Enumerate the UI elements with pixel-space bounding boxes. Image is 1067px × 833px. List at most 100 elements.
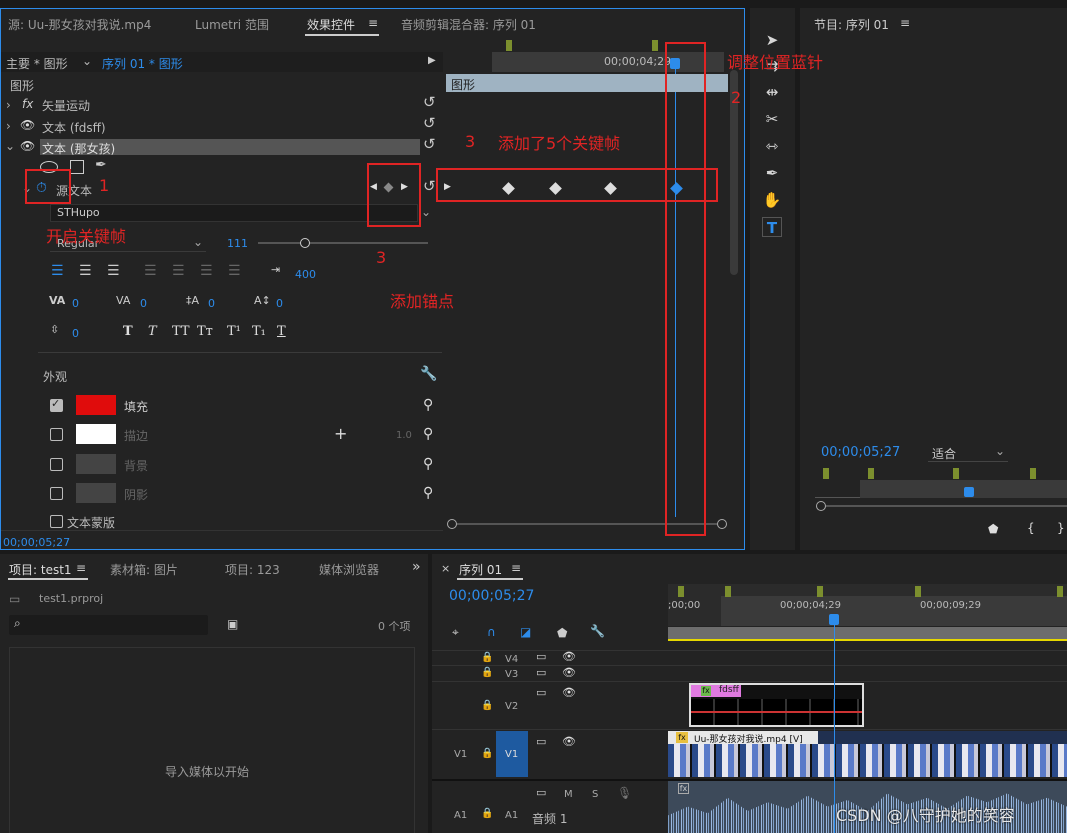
- master-clip-label[interactable]: 主要 * 图形: [6, 55, 68, 72]
- shadow-color-swatch[interactable]: [76, 483, 116, 503]
- toggle-sync-icon[interactable]: ▭: [536, 735, 546, 748]
- justify-right-icon[interactable]: ☰: [200, 263, 213, 279]
- eye-icon[interactable]: 👁: [562, 735, 576, 748]
- program-scroll-handle[interactable]: [816, 501, 826, 511]
- baseline-value[interactable]: 0: [276, 297, 283, 310]
- eye-icon[interactable]: 👁: [562, 686, 576, 699]
- eye-icon[interactable]: 👁: [562, 650, 576, 663]
- reset-icon[interactable]: ↺: [423, 137, 436, 152]
- project-drop-area[interactable]: [9, 647, 415, 833]
- tab-sequence[interactable]: 序列 01: [459, 561, 502, 578]
- eyedropper-icon[interactable]: ⚲: [423, 426, 433, 442]
- program-menu-icon[interactable]: ≡: [900, 16, 910, 30]
- vector-motion-label[interactable]: 矢量运动: [42, 97, 90, 114]
- program-viewer[interactable]: [801, 36, 1067, 436]
- font-size-slider-track[interactable]: [258, 242, 428, 244]
- toggle-sync-icon[interactable]: ▭: [536, 650, 546, 663]
- lock-icon[interactable]: 🔒: [481, 808, 493, 819]
- font-dropdown[interactable]: [50, 204, 418, 222]
- stroke-checkbox[interactable]: [50, 428, 63, 441]
- timeline-playhead-line[interactable]: [834, 625, 835, 833]
- justify-center-icon[interactable]: ☰: [172, 263, 185, 279]
- tsume-value[interactable]: 0: [72, 327, 79, 340]
- tab-project-123[interactable]: 项目: 123: [225, 561, 280, 578]
- microphone-icon[interactable]: 🎙: [617, 786, 632, 800]
- track-a1-source-label[interactable]: A1: [454, 810, 467, 821]
- solo-button[interactable]: S: [592, 789, 598, 800]
- align-center-icon[interactable]: ☰: [79, 263, 92, 279]
- timeline-playhead-handle[interactable]: [829, 614, 839, 625]
- program-playhead[interactable]: [964, 487, 974, 497]
- superscript-icon[interactable]: T¹: [227, 324, 241, 339]
- project-menu-icon[interactable]: ≡: [76, 561, 86, 575]
- razor-tool-icon[interactable]: ✂: [762, 109, 782, 129]
- close-icon[interactable]: ×: [441, 562, 450, 575]
- text-mask-checkbox[interactable]: [50, 515, 63, 528]
- ec-h-scroll-right[interactable]: [717, 519, 727, 529]
- align-left-icon[interactable]: ☰: [51, 263, 64, 279]
- tab-lumetri[interactable]: Lumetri 范围: [195, 16, 269, 33]
- toggle-sync-icon[interactable]: ▭: [536, 686, 546, 699]
- pen-mask-icon[interactable]: ✒: [95, 157, 107, 173]
- faux-bold-icon[interactable]: T: [123, 324, 133, 339]
- background-checkbox[interactable]: [50, 458, 63, 471]
- reset-icon[interactable]: ↺: [423, 95, 436, 110]
- add-marker-tl-icon[interactable]: ◪: [520, 625, 531, 639]
- tracking-value[interactable]: 400: [295, 268, 316, 281]
- pen-tool-icon[interactable]: ✒: [762, 163, 782, 183]
- play-arrow-icon[interactable]: ▶: [428, 55, 436, 66]
- justify-left-icon[interactable]: ☰: [144, 263, 157, 279]
- add-marker-icon[interactable]: ⬟: [988, 522, 998, 536]
- reset-icon[interactable]: ↺: [423, 179, 436, 194]
- tab-project[interactable]: 项目: test1: [9, 561, 72, 578]
- align-right-icon[interactable]: ☰: [107, 263, 120, 279]
- mark-out-icon[interactable]: }: [1057, 521, 1065, 535]
- ec-h-scroll-left[interactable]: [447, 519, 457, 529]
- stroke-width-value[interactable]: 1.0: [396, 430, 412, 441]
- linked-selection-icon[interactable]: ∩: [487, 625, 496, 639]
- tracking2-value[interactable]: 0: [140, 297, 147, 310]
- new-bin-icon[interactable]: ▣: [227, 617, 238, 631]
- sequence-clip-label[interactable]: 序列 01 * 图形: [102, 55, 183, 72]
- selection-tool-icon[interactable]: ➤: [762, 30, 782, 50]
- fill-color-swatch[interactable]: [76, 395, 116, 415]
- type-tool-icon[interactable]: T: [762, 217, 782, 237]
- toggle-sync-icon[interactable]: ▭: [536, 666, 546, 679]
- wrench-icon[interactable]: 🔧: [420, 366, 437, 382]
- expand-arrow-icon[interactable]: ›: [6, 98, 11, 112]
- lock-icon[interactable]: 🔒: [481, 667, 493, 678]
- chevron-down-icon[interactable]: ⌄: [82, 54, 92, 68]
- mark-in-icon[interactable]: {: [1027, 521, 1035, 535]
- timeline-ruler-range[interactable]: [721, 596, 1067, 626]
- small-caps-icon[interactable]: Tт: [197, 324, 213, 339]
- eyedropper-icon[interactable]: ⚲: [423, 485, 433, 501]
- all-caps-icon[interactable]: TT: [172, 324, 190, 339]
- wrench-icon[interactable]: 🔧: [590, 624, 605, 638]
- tab-effect-controls[interactable]: 效果控件: [307, 16, 355, 33]
- video-clip[interactable]: fx Uu-那女孩对我说.mp4 [V]: [668, 731, 1067, 777]
- eyedropper-icon[interactable]: ⚲: [423, 456, 433, 472]
- track-v1-source-label[interactable]: V1: [454, 749, 467, 760]
- text-layer-fdsff-label[interactable]: 文本 (fdsff): [42, 119, 106, 136]
- collapse-arrow-icon[interactable]: ⌄: [5, 139, 15, 153]
- lock-icon[interactable]: 🔒: [481, 700, 493, 711]
- add-stroke-icon[interactable]: +: [334, 424, 347, 443]
- tab-audio-mixer[interactable]: 音频剪辑混合器: 序列 01: [401, 16, 536, 33]
- marker-icon[interactable]: ⬟: [557, 626, 567, 640]
- mute-button[interactable]: M: [564, 789, 573, 800]
- slip-tool-icon[interactable]: ⇿: [762, 136, 782, 156]
- snap-icon[interactable]: ⌖: [452, 625, 459, 640]
- effect-controls-menu-icon[interactable]: ≡: [368, 16, 378, 30]
- chevron-down-icon[interactable]: ⌄: [995, 444, 1005, 458]
- kerning-value[interactable]: 0: [72, 297, 79, 310]
- justify-all-icon[interactable]: ☰: [228, 263, 241, 279]
- text-layer-label[interactable]: 文本 (那女孩): [42, 140, 115, 157]
- font-size-slider-thumb[interactable]: [300, 238, 310, 248]
- chevron-down-icon[interactable]: ⌄: [421, 205, 431, 219]
- chevron-down-icon[interactable]: ⌄: [193, 235, 203, 249]
- toggle-sync-icon[interactable]: ▭: [536, 786, 546, 799]
- lock-icon[interactable]: 🔒: [481, 748, 493, 759]
- eyedropper-icon[interactable]: ⚲: [423, 397, 433, 413]
- text-clip[interactable]: fx fdsff: [689, 683, 864, 727]
- tab-bin[interactable]: 素材箱: 图片: [110, 561, 178, 578]
